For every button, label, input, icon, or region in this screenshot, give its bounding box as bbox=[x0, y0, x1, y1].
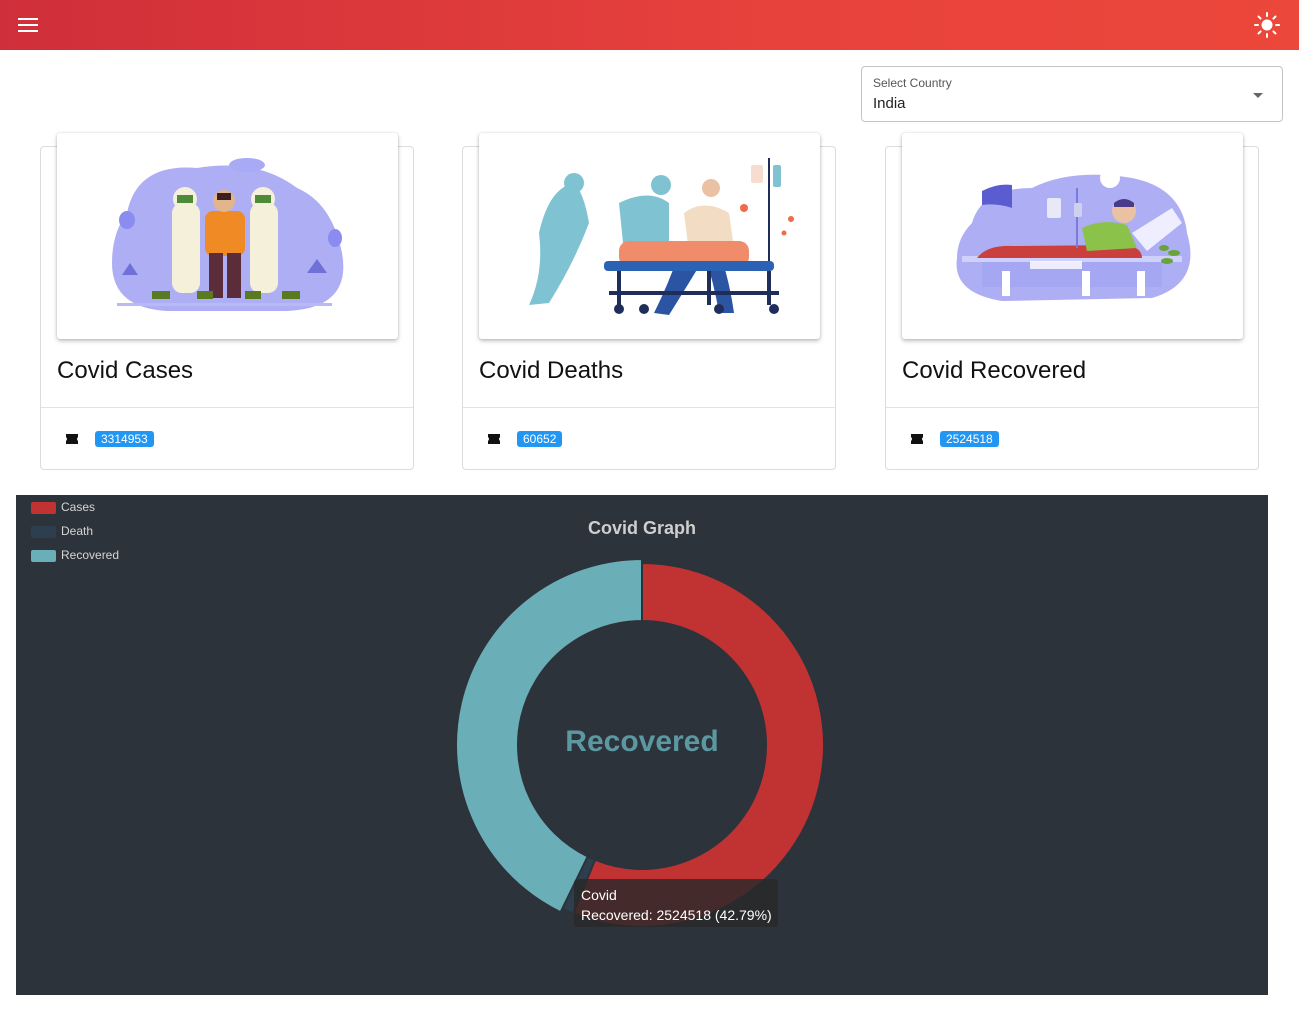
tooltip-title: Covid bbox=[581, 887, 617, 903]
chevron-down-icon bbox=[1253, 93, 1263, 98]
tooltip-body: Recovered: 2524518 (42.79%) bbox=[581, 907, 772, 923]
covid-chart: Cases Death Recovered Covid Graph Recove… bbox=[16, 495, 1268, 995]
count-badge: 2524518 bbox=[940, 431, 999, 447]
card-title: Covid Recovered bbox=[902, 357, 1087, 384]
sun-icon[interactable] bbox=[1253, 11, 1281, 39]
count-badge: 3314953 bbox=[95, 431, 154, 447]
recovered-illustration bbox=[902, 133, 1243, 339]
card-divider bbox=[463, 407, 835, 408]
count-badge: 60652 bbox=[517, 431, 563, 447]
country-select-label: Select Country bbox=[873, 76, 952, 90]
ticket-icon bbox=[911, 434, 923, 444]
menu-icon[interactable] bbox=[14, 11, 42, 39]
card-covid-recovered: Covid Recovered 2524518 bbox=[885, 133, 1259, 470]
chart-tooltip: Covid Recovered: 2524518 (42.79%) bbox=[574, 879, 778, 927]
ticket-icon bbox=[488, 434, 500, 444]
card-divider bbox=[886, 407, 1258, 408]
deaths-illustration bbox=[479, 133, 820, 339]
cases-illustration bbox=[57, 133, 398, 339]
app-bar bbox=[0, 0, 1299, 50]
card-covid-cases: Covid Cases 3314953 bbox=[40, 133, 414, 470]
card-covid-deaths: Covid Deaths 60652 bbox=[462, 133, 836, 470]
ticket-icon bbox=[66, 434, 78, 444]
country-select-value: India bbox=[873, 95, 906, 112]
chart-center-label: Recovered bbox=[565, 725, 719, 758]
card-title: Covid Deaths bbox=[479, 357, 624, 384]
country-select[interactable]: Select Country India bbox=[861, 66, 1283, 122]
card-title: Covid Cases bbox=[57, 357, 194, 384]
card-divider bbox=[41, 407, 413, 408]
